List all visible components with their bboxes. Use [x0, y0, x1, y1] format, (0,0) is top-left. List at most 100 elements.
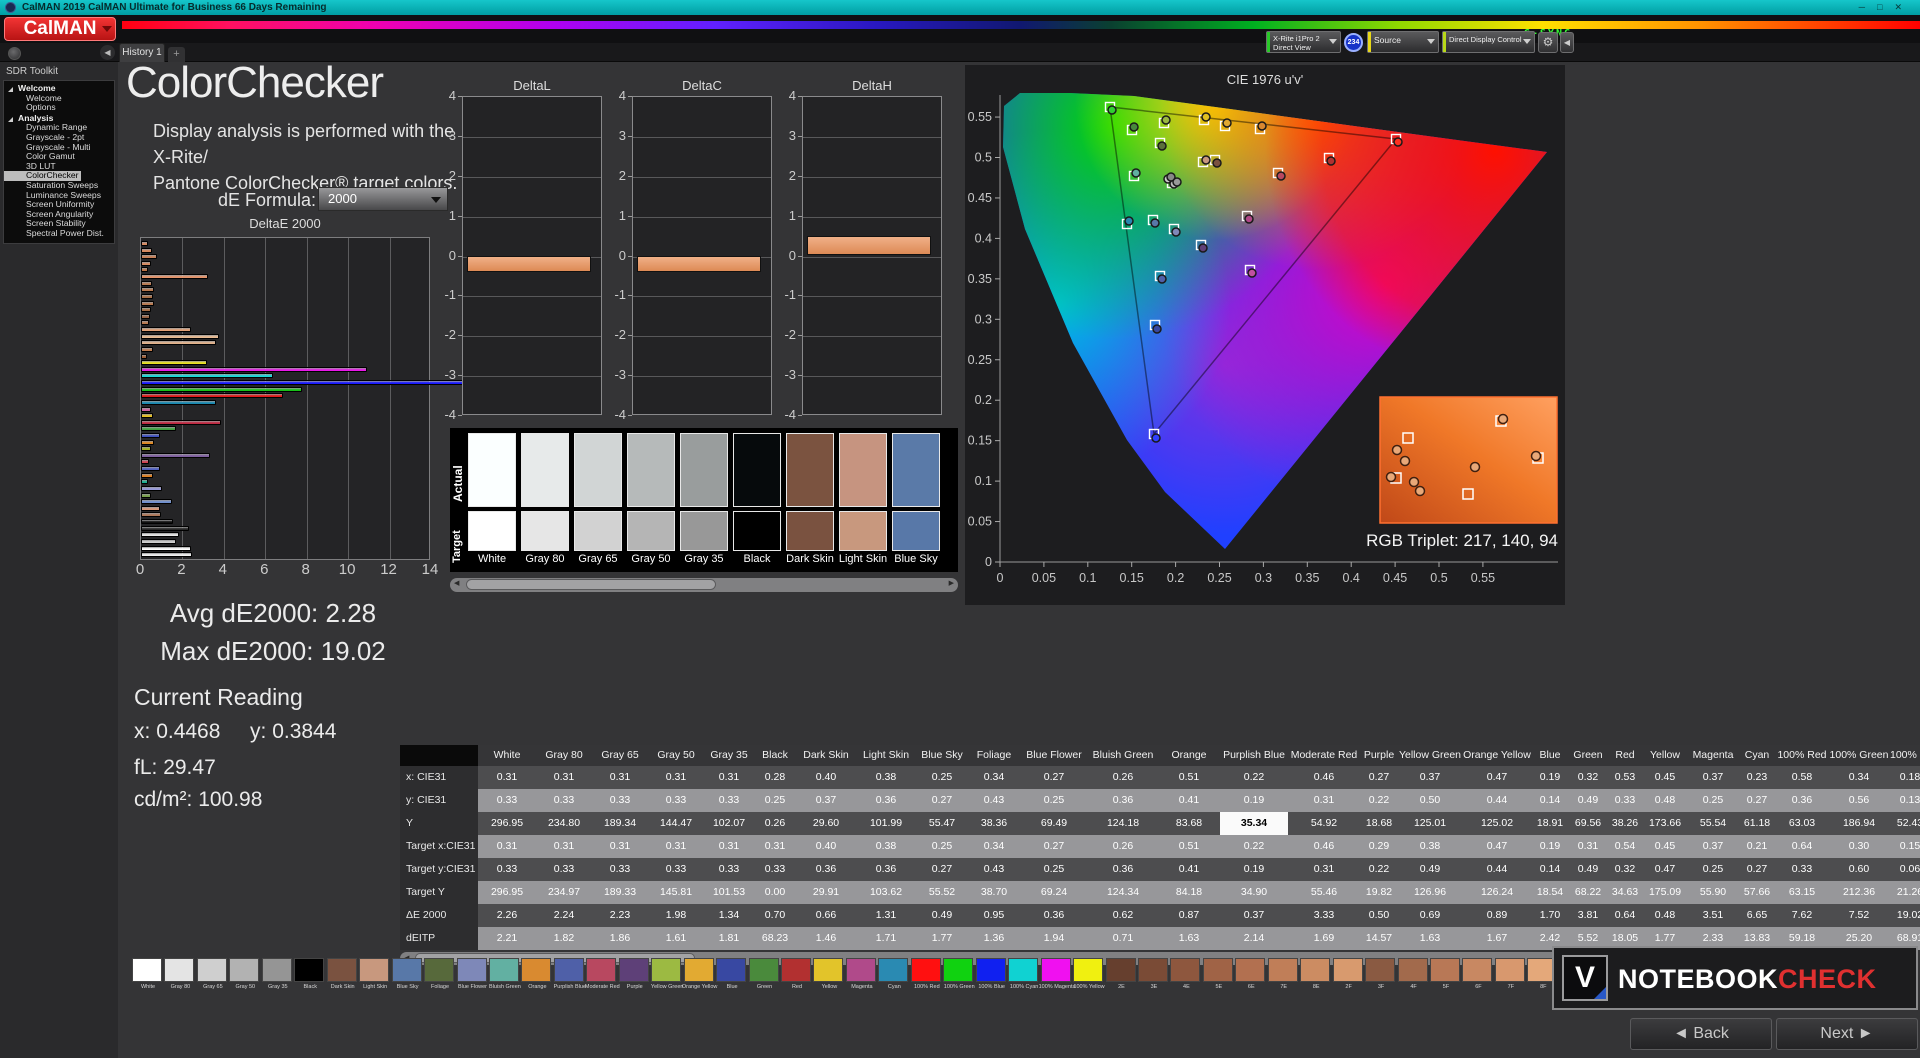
table-cell[interactable]: 3.33 — [1288, 904, 1360, 927]
table-cell[interactable]: 101.53 — [704, 881, 754, 904]
patch-chip-37[interactable] — [1332, 958, 1363, 982]
table-cell[interactable]: 68.22 — [1568, 881, 1608, 904]
table-cell[interactable]: 0.26 — [1088, 835, 1158, 858]
table-cell[interactable]: 0.33 — [592, 858, 648, 881]
patch-chip-29[interactable] — [1073, 958, 1104, 982]
table-cell[interactable]: 0.31 — [536, 835, 592, 858]
table-cell[interactable]: 0.27 — [916, 858, 968, 881]
table-cell[interactable]: 83.68 — [1158, 812, 1220, 835]
table-cell[interactable]: 55.54 — [1688, 812, 1738, 835]
tree-group-analysis[interactable]: Analysis — [4, 113, 114, 124]
table-cell[interactable]: 1.34 — [704, 904, 754, 927]
tree-group-welcome[interactable]: Welcome — [4, 83, 114, 94]
table-cell[interactable]: 0.64 — [1608, 904, 1642, 927]
de-formula-dropdown[interactable]: 2000 — [318, 187, 448, 211]
table-cell[interactable]: 55.47 — [916, 812, 968, 835]
table-cell[interactable]: 189.34 — [592, 812, 648, 835]
table-cell[interactable]: 0.31 — [1288, 858, 1360, 881]
table-cell[interactable]: 29.91 — [796, 881, 856, 904]
table-cell[interactable]: 0.31 — [592, 835, 648, 858]
table-cell[interactable]: 0.36 — [1088, 858, 1158, 881]
table-cell[interactable]: 68.23 — [754, 927, 796, 950]
table-cell[interactable]: 0.31 — [648, 766, 704, 789]
table-cell[interactable]: 0.37 — [1398, 766, 1462, 789]
table-cell[interactable]: 0.31 — [592, 766, 648, 789]
table-cell[interactable]: 0.87 — [1158, 904, 1220, 927]
table-cell[interactable]: 234.80 — [536, 812, 592, 835]
patch-chip-30[interactable] — [1105, 958, 1136, 982]
patch-chip-40[interactable] — [1430, 958, 1460, 982]
patch-chip-23[interactable] — [878, 958, 909, 982]
table-cell[interactable]: 0.51 — [1158, 835, 1220, 858]
table-cell[interactable]: 0.29 — [1360, 835, 1398, 858]
table-cell[interactable]: 0.36 — [1776, 789, 1828, 812]
table-cell[interactable]: 69.49 — [1020, 812, 1088, 835]
table-cell[interactable]: 0.25 — [916, 766, 968, 789]
patch-chip-10[interactable] — [456, 958, 487, 982]
table-cell[interactable]: 0.26 — [1088, 766, 1158, 789]
table-cell[interactable]: 54.92 — [1288, 812, 1360, 835]
table-cell[interactable]: 0.19 — [1220, 789, 1288, 812]
table-cell[interactable]: 0.33 — [704, 789, 754, 812]
maximize-icon[interactable]: □ — [1877, 2, 1894, 12]
table-cell[interactable]: 0.70 — [754, 904, 796, 927]
source-dropdown[interactable]: Source — [1367, 31, 1439, 53]
patch-chip-38[interactable] — [1365, 958, 1396, 982]
table-cell[interactable]: 0.33 — [478, 789, 536, 812]
table-cell[interactable]: 0.27 — [1738, 789, 1776, 812]
table-cell[interactable]: 0.49 — [916, 904, 968, 927]
table-cell[interactable]: 0.25 — [1688, 789, 1738, 812]
next-button[interactable]: Next ► — [1776, 1018, 1918, 1050]
table-cell[interactable]: 0.27 — [916, 789, 968, 812]
patch-chip-18[interactable] — [716, 958, 747, 982]
patch-chip-20[interactable] — [781, 958, 811, 982]
table-cell[interactable]: 18.68 — [1360, 812, 1398, 835]
patch-chip-32[interactable] — [1170, 958, 1201, 982]
table-cell[interactable]: 0.19 — [1532, 766, 1568, 789]
table-cell[interactable]: 3.81 — [1568, 904, 1608, 927]
table-cell[interactable]: 21.26 — [1890, 881, 1920, 904]
table-cell[interactable]: 0.31 — [478, 835, 536, 858]
table-cell[interactable]: 0.31 — [704, 766, 754, 789]
table-cell[interactable]: 1.82 — [536, 927, 592, 950]
table-cell[interactable]: 0.69 — [1398, 904, 1462, 927]
table-cell[interactable]: 0.26 — [754, 812, 796, 835]
table-cell[interactable]: 0.32 — [1608, 858, 1642, 881]
back-button[interactable]: ◄ Back — [1630, 1018, 1772, 1050]
table-cell[interactable]: 1.31 — [856, 904, 916, 927]
table-cell[interactable]: 234.97 — [536, 881, 592, 904]
table-cell[interactable]: 1.81 — [704, 927, 754, 950]
table-cell[interactable]: 0.22 — [1360, 789, 1398, 812]
table-cell[interactable]: 34.90 — [1220, 881, 1288, 904]
table-cell[interactable]: 69.56 — [1568, 812, 1608, 835]
table-cell[interactable]: 0.50 — [1360, 904, 1398, 927]
table-cell[interactable]: 0.34 — [1828, 766, 1890, 789]
table-cell[interactable]: 7.62 — [1776, 904, 1828, 927]
table-cell[interactable]: 84.18 — [1158, 881, 1220, 904]
table-cell[interactable]: 124.34 — [1088, 881, 1158, 904]
table-cell[interactable]: 0.60 — [1828, 858, 1890, 881]
scroll-right-icon[interactable]: ▶ — [949, 578, 954, 590]
table-cell[interactable]: 175.09 — [1642, 881, 1688, 904]
table-cell[interactable]: 2.23 — [592, 904, 648, 927]
patch-chip-3[interactable] — [229, 958, 260, 982]
table-cell[interactable]: 0.33 — [478, 858, 536, 881]
table-cell[interactable]: 6.65 — [1738, 904, 1776, 927]
table-cell[interactable]: 0.31 — [648, 835, 704, 858]
table-cell[interactable]: 0.45 — [1642, 835, 1688, 858]
patch-chip-16[interactable] — [651, 958, 682, 982]
table-cell[interactable]: 0.33 — [648, 858, 704, 881]
table-cell[interactable]: 0.27 — [1020, 766, 1088, 789]
table-cell[interactable]: 173.66 — [1642, 812, 1688, 835]
table-cell[interactable]: 296.95 — [478, 812, 536, 835]
table-cell[interactable]: 0.22 — [1220, 766, 1288, 789]
workspace-knob-icon[interactable] — [8, 47, 21, 60]
table-cell[interactable]: 0.33 — [754, 858, 796, 881]
table-cell[interactable]: 0.49 — [1568, 789, 1608, 812]
table-cell[interactable]: 69.24 — [1020, 881, 1088, 904]
patch-chip-36[interactable] — [1300, 958, 1331, 982]
table-cell[interactable]: 1.94 — [1020, 927, 1088, 950]
table-cell[interactable]: 0.33 — [1608, 789, 1642, 812]
table-cell[interactable]: 38.70 — [968, 881, 1020, 904]
display-control-dropdown[interactable]: Direct Display Control — [1442, 31, 1535, 53]
